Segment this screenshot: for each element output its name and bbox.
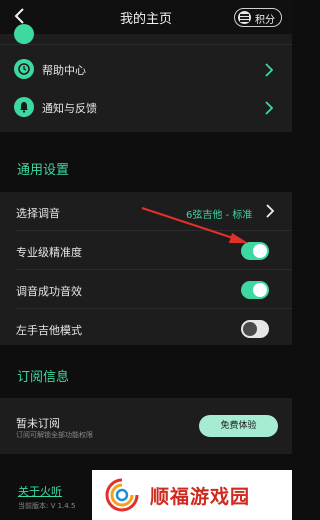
tuning-label: 选择调音 (16, 207, 60, 220)
top-bar: 我的主页 积分 (0, 0, 292, 34)
precision-label: 专业级精准度 (16, 246, 82, 259)
watermark-logo-icon (105, 478, 139, 512)
subscription-description: 订阅可解锁全部功能权限 (16, 431, 93, 439)
divider (16, 308, 292, 309)
coin-stack-icon (238, 11, 251, 24)
free-trial-button[interactable]: 免费体验 (199, 415, 278, 437)
settings-icon (14, 24, 34, 44)
success-sound-toggle[interactable] (241, 281, 269, 299)
menu-item-notifications[interactable]: 通知与反馈 (0, 92, 292, 124)
menu-item-label: 帮助中心 (42, 64, 86, 77)
menu-panel: 帮助中心 通知与反馈 (0, 24, 292, 132)
subscription-panel: 暂未订阅 订阅可解锁全部功能权限 免费体验 (0, 398, 292, 454)
divider (0, 44, 292, 45)
section-title-subscription: 订阅信息 (17, 370, 70, 385)
toggle-knob (253, 244, 267, 258)
annotation-arrow (141, 207, 248, 243)
chevron-right-icon (266, 204, 275, 218)
watermark-text: 顺福游戏园 (150, 486, 251, 508)
about-link[interactable]: 关于火听 (18, 483, 62, 499)
divider (16, 269, 292, 270)
toggle-knob (243, 322, 257, 336)
section-title-general-settings: 通用设置 (17, 163, 70, 178)
watermark: 顺福游戏园 (92, 470, 292, 520)
menu-item-help-center[interactable]: 帮助中心 (0, 54, 292, 86)
subscription-status: 暂未订阅 (16, 417, 60, 430)
success-sound-label: 调音成功音效 (16, 285, 82, 298)
bell-icon (14, 97, 34, 117)
left-hand-mode-label: 左手吉他模式 (16, 324, 82, 337)
left-hand-mode-toggle[interactable] (241, 320, 269, 338)
chevron-right-icon (265, 101, 274, 115)
toggle-knob (253, 283, 267, 297)
chevron-right-icon (265, 63, 274, 77)
clock-icon (14, 59, 34, 79)
menu-item-label: 通知与反馈 (42, 102, 97, 115)
points-button[interactable]: 积分 (234, 8, 282, 27)
points-label: 积分 (255, 15, 275, 26)
app-version: 当前版本: V 1.4.5 (18, 502, 76, 510)
